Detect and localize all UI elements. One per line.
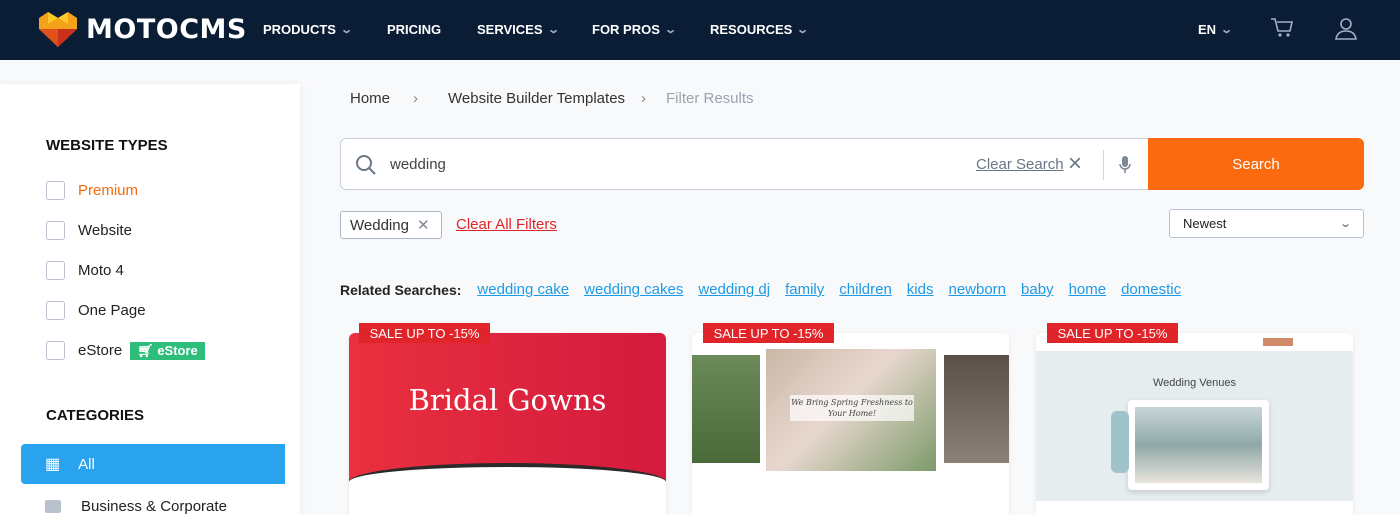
- breadcrumb-current: Filter Results: [666, 90, 754, 107]
- grid-icon: ▦: [45, 456, 61, 473]
- related-link[interactable]: baby: [1021, 281, 1054, 298]
- template-card[interactable]: Wedding Venues: [1036, 333, 1353, 515]
- user-icon[interactable]: [1334, 16, 1358, 40]
- categories-heading: CATEGORIES: [46, 407, 145, 424]
- related-searches: Related Searches: wedding cake wedding c…: [340, 281, 1181, 298]
- chevron-down-icon: ⌄: [546, 24, 560, 36]
- search-icon: [356, 155, 376, 175]
- template-card[interactable]: We Bring Spring Freshness to Your Home!: [692, 333, 1009, 515]
- breadcrumb-home[interactable]: Home: [350, 90, 390, 107]
- motocms-logo[interactable]: MOTOCMS: [38, 10, 247, 48]
- related-link[interactable]: children: [839, 281, 892, 298]
- filter-premium[interactable]: Premium: [46, 181, 138, 200]
- filter-one-page[interactable]: One Page: [46, 301, 146, 320]
- template-thumbnail[interactable]: We Bring Spring Freshness to Your Home!: [692, 333, 1009, 501]
- briefcase-icon: [45, 500, 61, 513]
- template-thumbnail[interactable]: Wedding Venues: [1036, 333, 1353, 501]
- sale-badge: SALE UP TO -15%: [703, 323, 834, 343]
- cart-icon[interactable]: [1270, 17, 1294, 39]
- language-selector[interactable]: EN ⌄: [1198, 22, 1234, 37]
- category-business[interactable]: Business & Corporate: [45, 498, 227, 515]
- chevron-down-icon: ⌄: [664, 24, 677, 36]
- checkbox[interactable]: [46, 181, 65, 200]
- search-button[interactable]: Search: [1148, 138, 1364, 190]
- breadcrumb-separator-icon: ›: [413, 90, 418, 107]
- filter-chip-wedding[interactable]: Wedding ✕: [340, 211, 442, 239]
- cart-icon: 🛒︎: [137, 342, 158, 358]
- related-searches-label: Related Searches:: [340, 281, 462, 298]
- search-input[interactable]: wedding: [390, 156, 446, 173]
- checkbox[interactable]: [46, 261, 65, 280]
- chevron-down-icon: ⌄: [340, 24, 354, 36]
- template-card[interactable]: Bridal Gowns: [349, 333, 666, 515]
- checkbox[interactable]: [46, 221, 65, 240]
- heart-logo-icon: [39, 12, 77, 47]
- chevron-down-icon: ⌄: [1338, 218, 1352, 230]
- related-link[interactable]: kids: [907, 281, 934, 298]
- nav-resources[interactable]: RESOURCES ⌄: [710, 22, 810, 37]
- related-link[interactable]: wedding cake: [477, 281, 569, 298]
- divider: [1103, 150, 1104, 180]
- wave-decoration: [349, 463, 666, 501]
- top-header: MOTOCMS PRODUCTS ⌄ PRICING SERVICES ⌄ FOR …: [0, 0, 1400, 60]
- clear-search-link[interactable]: Clear Search: [976, 156, 1064, 173]
- template-thumbnail[interactable]: Bridal Gowns: [349, 333, 666, 501]
- estore-badge: 🛒︎ eStore: [130, 341, 205, 360]
- sort-select[interactable]: Newest ⌄: [1169, 209, 1364, 238]
- search-bar: wedding Clear Search ×: [340, 138, 1152, 190]
- chevron-down-icon: ⌄: [796, 24, 810, 36]
- breadcrumb-templates[interactable]: Website Builder Templates: [448, 90, 625, 107]
- checkbox[interactable]: [46, 341, 65, 360]
- nav-services[interactable]: SERVICES ⌄: [477, 22, 560, 37]
- filter-website[interactable]: Website: [46, 221, 132, 240]
- category-all[interactable]: ▦ All: [21, 444, 285, 484]
- sale-badge: SALE UP TO -15%: [359, 323, 490, 343]
- filter-estore[interactable]: eStore 🛒︎ eStore: [46, 341, 205, 360]
- related-link[interactable]: home: [1069, 281, 1107, 298]
- close-icon[interactable]: ✕: [417, 216, 430, 234]
- nav-products[interactable]: PRODUCTS ⌄: [263, 22, 354, 37]
- close-icon[interactable]: ×: [1068, 150, 1082, 178]
- filter-moto4[interactable]: Moto 4: [46, 261, 124, 280]
- website-types-heading: WEBSITE TYPES: [46, 137, 168, 154]
- chevron-down-icon: ⌄: [1220, 24, 1234, 36]
- brand-name: MOTOCMS: [86, 13, 247, 45]
- breadcrumb-separator-icon: ›: [641, 90, 646, 107]
- sale-badge: SALE UP TO -15%: [1047, 323, 1178, 343]
- checkbox[interactable]: [46, 301, 65, 320]
- related-link[interactable]: domestic: [1121, 281, 1181, 298]
- related-link[interactable]: wedding dj: [698, 281, 770, 298]
- related-link[interactable]: newborn: [948, 281, 1006, 298]
- thumbnail-title: We Bring Spring Freshness to Your Home!: [790, 395, 914, 421]
- thumbnail-title: Wedding Venues: [1153, 377, 1236, 389]
- related-link[interactable]: family: [785, 281, 824, 298]
- clear-all-filters-link[interactable]: Clear All Filters: [456, 216, 557, 233]
- thumbnail-title: Bridal Gowns: [408, 383, 607, 417]
- microphone-icon[interactable]: [1118, 155, 1132, 175]
- nav-pricing[interactable]: PRICING: [387, 22, 441, 37]
- related-link[interactable]: wedding cakes: [584, 281, 683, 298]
- nav-for-pros[interactable]: FOR PROS ⌄: [592, 22, 677, 37]
